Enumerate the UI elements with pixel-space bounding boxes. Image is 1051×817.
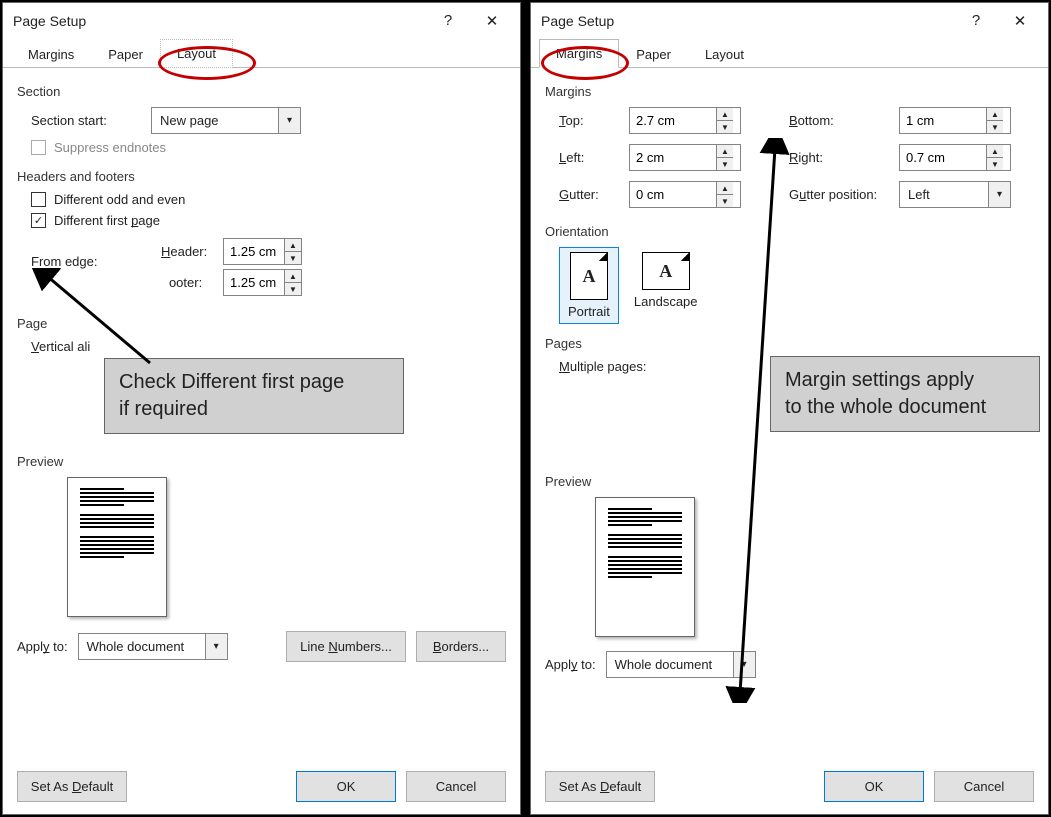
borders-button[interactable]: Borders... — [416, 631, 506, 662]
gutter-position-label: Gutter position: — [789, 187, 899, 202]
right-spinner[interactable]: ▲▼ — [899, 144, 1011, 171]
close-button[interactable]: ✕ — [470, 7, 514, 35]
footer-spinner[interactable]: ▲▼ — [223, 269, 302, 296]
apply-to-select[interactable]: Whole document▾ — [78, 633, 228, 660]
apply-to-label: Apply to: — [17, 639, 68, 654]
footer-label: Footer: — [161, 275, 223, 290]
pages-heading: Pages — [545, 336, 1034, 351]
titlebar: Page Setup ? ✕ — [531, 3, 1048, 38]
tab-layout[interactable]: Layout — [160, 39, 233, 68]
cancel-button[interactable]: Cancel — [406, 771, 506, 802]
orientation-portrait[interactable]: A Portrait — [559, 247, 619, 324]
headers-footers-heading: Headers and footers — [17, 169, 506, 184]
tab-strip: Margins Paper Layout — [531, 38, 1048, 68]
spin-up[interactable]: ▲ — [285, 239, 301, 252]
preview-heading: Preview — [545, 474, 1034, 489]
dialog-footer: Set As Default OK Cancel — [3, 759, 520, 814]
spin-down[interactable]: ▼ — [285, 252, 301, 264]
titlebar: Page Setup ? ✕ — [3, 3, 520, 38]
tab-paper[interactable]: Paper — [619, 40, 688, 68]
different-first-page-label: Different first page — [54, 213, 160, 228]
left-label: Left: — [559, 150, 629, 165]
multiple-pages-label: Multiple pages: — [559, 359, 646, 374]
help-button[interactable]: ? — [426, 7, 470, 35]
right-label: Right: — [789, 150, 899, 165]
header-label: Header: — [161, 244, 223, 259]
section-heading: Section — [17, 84, 506, 99]
suppress-endnotes-label: Suppress endnotes — [54, 140, 166, 155]
gutter-position-select[interactable]: Left▾ — [899, 181, 1011, 208]
preview-heading: Preview — [17, 454, 506, 469]
header-spinner[interactable]: ▲▼ — [223, 238, 302, 265]
different-odd-even-label: Different odd and even — [54, 192, 185, 207]
different-first-page-checkbox[interactable]: ✓ — [31, 213, 46, 228]
spin-up[interactable]: ▲ — [285, 270, 301, 283]
preview-thumbnail — [595, 497, 695, 637]
tab-layout[interactable]: Layout — [688, 40, 761, 68]
bottom-spinner[interactable]: ▲▼ — [899, 107, 1011, 134]
gutter-spinner[interactable]: ▲▼ — [629, 181, 741, 208]
top-spinner[interactable]: ▲▼ — [629, 107, 741, 134]
vertical-alignment-label: Vertical ali — [31, 339, 90, 354]
section-start-select[interactable]: New page▾ — [151, 107, 301, 134]
different-odd-even-checkbox[interactable] — [31, 192, 46, 207]
margins-heading: Margins — [545, 84, 1034, 99]
tab-margins[interactable]: Margins — [11, 40, 91, 68]
dialog-footer: Set As Default OK Cancel — [531, 759, 1048, 814]
bottom-label: Bottom: — [789, 113, 899, 128]
callout-right: Margin settings apply to the whole docum… — [770, 356, 1040, 432]
help-button[interactable]: ? — [954, 7, 998, 35]
spin-down[interactable]: ▼ — [285, 283, 301, 295]
set-as-default-button[interactable]: Set As Default — [545, 771, 655, 802]
dialog-title: Page Setup — [13, 13, 426, 29]
cancel-button[interactable]: Cancel — [934, 771, 1034, 802]
set-as-default-button[interactable]: Set As Default — [17, 771, 127, 802]
section-start-label: Section start: — [31, 113, 151, 128]
close-button[interactable]: ✕ — [998, 7, 1042, 35]
tab-strip: Margins Paper Layout — [3, 38, 520, 68]
top-label: Top: — [559, 113, 629, 128]
suppress-endnotes-checkbox — [31, 140, 46, 155]
apply-to-label: Apply to: — [545, 657, 596, 672]
orientation-heading: Orientation — [545, 224, 1034, 239]
gutter-label: Gutter: — [559, 187, 629, 202]
left-spinner[interactable]: ▲▼ — [629, 144, 741, 171]
dialog-title: Page Setup — [541, 13, 954, 29]
line-numbers-button[interactable]: Line Numbers... — [286, 631, 406, 662]
tab-margins[interactable]: Margins — [539, 39, 619, 68]
apply-to-select[interactable]: Whole document▾ — [606, 651, 756, 678]
page-heading: Page — [17, 316, 506, 331]
from-edge-label: From edge: — [31, 234, 161, 300]
ok-button[interactable]: OK — [296, 771, 396, 802]
preview-thumbnail — [67, 477, 167, 617]
ok-button[interactable]: OK — [824, 771, 924, 802]
tab-paper[interactable]: Paper — [91, 40, 160, 68]
callout-left: Check Different first page if required — [104, 358, 404, 434]
orientation-landscape[interactable]: A Landscape — [625, 247, 707, 324]
